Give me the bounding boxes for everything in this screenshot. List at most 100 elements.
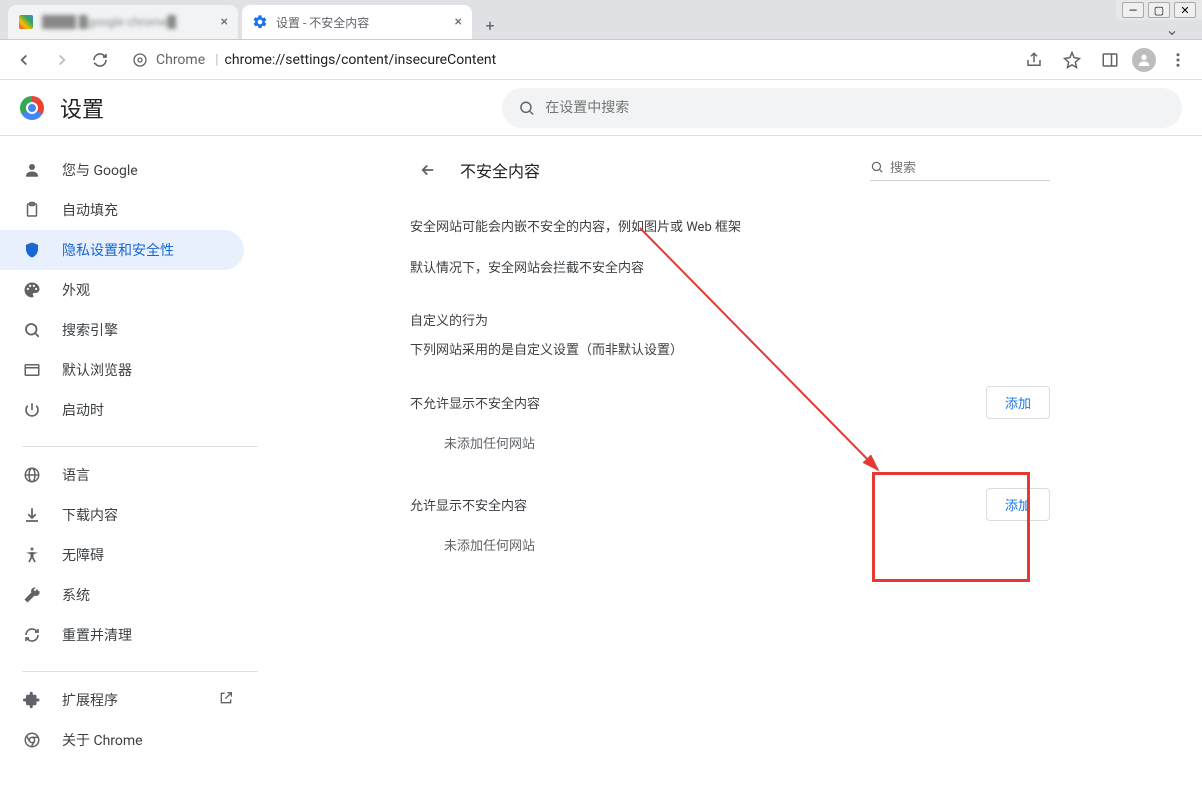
sidebar-item-autofill[interactable]: 自动填充 (0, 190, 244, 230)
reload-button[interactable] (84, 44, 116, 76)
sidebar-item-extensions[interactable]: 扩展程序 (0, 680, 244, 720)
sidebar-item-default-browser[interactable]: 默认浏览器 (0, 350, 244, 390)
open-in-new-icon (218, 690, 234, 710)
sidebar-item-label: 外观 (62, 280, 90, 300)
sidebar-item-about-chrome[interactable]: 关于 Chrome (0, 720, 244, 760)
add-allowed-site-button[interactable]: 添加 (986, 488, 1050, 521)
browser-icon (22, 360, 42, 380)
site-info-icon[interactable] (132, 52, 148, 68)
panel-back-button[interactable] (410, 152, 446, 188)
sidebar-item-label: 启动时 (62, 400, 104, 420)
sidebar-item-label: 无障碍 (62, 545, 104, 565)
tab-favicon (18, 14, 34, 30)
window-close-button[interactable]: ✕ (1174, 2, 1196, 18)
settings-icon (252, 14, 268, 30)
tab-title: ████ █google chrome█ (42, 15, 215, 29)
sidebar-item-label: 隐私设置和安全性 (62, 240, 174, 260)
window-maximize-button[interactable]: ▢ (1148, 2, 1170, 18)
sidebar-item-you-and-google[interactable]: 您与 Google (0, 150, 244, 190)
address-bar[interactable]: Chrome | chrome://settings/content/insec… (122, 45, 1012, 75)
sidebar-separator (22, 446, 258, 447)
sidebar-item-label: 系统 (62, 585, 90, 605)
sidebar-item-label: 语言 (62, 465, 90, 485)
panel-search-input[interactable] (890, 161, 1050, 176)
sidebar-item-on-startup[interactable]: 启动时 (0, 390, 244, 430)
sidebar-separator (22, 671, 258, 672)
sidebar-item-label: 默认浏览器 (62, 360, 132, 380)
tab-inactive[interactable]: ████ █google chrome█ × (8, 5, 238, 39)
panel-description-1: 安全网站可能会内嵌不安全的内容，例如图片或 Web 框架 (410, 218, 1050, 239)
sidebar-item-search-engine[interactable]: 搜索引擎 (0, 310, 244, 350)
custom-behavior-heading: 自定义的行为 (410, 310, 1050, 329)
side-panel-icon[interactable] (1094, 44, 1126, 76)
palette-icon (22, 280, 42, 300)
search-icon (22, 320, 42, 340)
url-scheme-label: Chrome (156, 52, 205, 68)
settings-content: 不安全内容 安全网站可能会内嵌不安全的内容，例如图片或 Web 框架 默认情况下… (258, 136, 1202, 789)
new-tab-button[interactable]: + (476, 11, 504, 39)
tab-strip: ████ █google chrome█ × 设置 - 不安全内容 × + ⌄ (0, 0, 1202, 40)
search-icon (870, 160, 884, 178)
sidebar-item-reset-cleanup[interactable]: 重置并清理 (0, 615, 244, 655)
refresh-icon (22, 625, 42, 645)
blocked-section-title: 不允许显示不安全内容 (410, 393, 540, 412)
settings-layout: 您与 Google 自动填充 隐私设置和安全性 外观 搜索引擎 默认浏览器 (0, 136, 1202, 789)
sidebar-item-label: 您与 Google (62, 160, 138, 180)
blocked-section-row: 不允许显示不安全内容 添加 (410, 386, 1050, 419)
wrench-icon (22, 585, 42, 605)
menu-button[interactable] (1162, 44, 1194, 76)
tab-title: 设置 - 不安全内容 (276, 14, 449, 31)
custom-behavior-sub: 下列网站采用的是自定义设置（而非默认设置） (410, 339, 1050, 358)
chrome-icon (22, 730, 42, 750)
settings-header: 设置 (0, 80, 1202, 136)
sidebar-item-system[interactable]: 系统 (0, 575, 244, 615)
insecure-content-panel: 不安全内容 安全网站可能会内嵌不安全的内容，例如图片或 Web 框架 默认情况下… (410, 152, 1050, 773)
panel-description-2: 默认情况下，安全网站会拦截不安全内容 (410, 259, 1050, 280)
tab-close-icon[interactable]: × (455, 14, 462, 30)
sidebar-item-accessibility[interactable]: 无障碍 (0, 535, 244, 575)
window-minimize-button[interactable]: — (1122, 2, 1144, 18)
window-controls: — ▢ ✕ (1116, 0, 1202, 20)
settings-title: 设置 (60, 92, 104, 124)
tab-active[interactable]: 设置 - 不安全内容 × (242, 5, 472, 39)
settings-sidebar: 您与 Google 自动填充 隐私设置和安全性 外观 搜索引擎 默认浏览器 (0, 136, 258, 789)
sidebar-item-label: 自动填充 (62, 200, 118, 220)
share-icon[interactable] (1018, 44, 1050, 76)
sidebar-item-languages[interactable]: 语言 (0, 455, 244, 495)
allowed-section-row: 允许显示不安全内容 添加 (410, 488, 1050, 521)
tab-close-icon[interactable]: × (221, 14, 228, 30)
sidebar-item-downloads[interactable]: 下载内容 (0, 495, 244, 535)
add-blocked-site-button[interactable]: 添加 (986, 386, 1050, 419)
forward-button[interactable] (46, 44, 78, 76)
sidebar-item-label: 下载内容 (62, 505, 118, 525)
tab-overflow-button[interactable]: ⌄ (1158, 20, 1186, 39)
blocked-empty-text: 未添加任何网站 (444, 433, 1050, 452)
sidebar-item-label: 重置并清理 (62, 625, 132, 645)
power-icon (22, 400, 42, 420)
bookmark-star-icon[interactable] (1056, 44, 1088, 76)
globe-icon (22, 465, 42, 485)
shield-icon (22, 240, 42, 260)
sidebar-item-privacy-security[interactable]: 隐私设置和安全性 (0, 230, 244, 270)
settings-search[interactable] (502, 88, 1182, 128)
url-text: chrome://settings/content/insecureConten… (225, 52, 497, 68)
settings-search-input[interactable] (545, 100, 1166, 116)
sidebar-item-label: 关于 Chrome (62, 730, 143, 750)
sidebar-item-appearance[interactable]: 外观 (0, 270, 244, 310)
profile-avatar[interactable] (1132, 48, 1156, 72)
person-icon (22, 160, 42, 180)
extension-icon (22, 690, 42, 710)
allowed-empty-text: 未添加任何网站 (444, 535, 1050, 554)
sidebar-item-label: 扩展程序 (62, 690, 118, 710)
clipboard-icon (22, 200, 42, 220)
panel-title: 不安全内容 (460, 158, 540, 182)
sidebar-item-label: 搜索引擎 (62, 320, 118, 340)
accessibility-icon (22, 545, 42, 565)
browser-toolbar: Chrome | chrome://settings/content/insec… (0, 40, 1202, 80)
url-separator: | (215, 52, 218, 68)
back-button[interactable] (8, 44, 40, 76)
panel-search[interactable] (870, 160, 1050, 181)
allowed-section-title: 允许显示不安全内容 (410, 495, 527, 514)
download-icon (22, 505, 42, 525)
chrome-logo-icon (20, 96, 44, 120)
